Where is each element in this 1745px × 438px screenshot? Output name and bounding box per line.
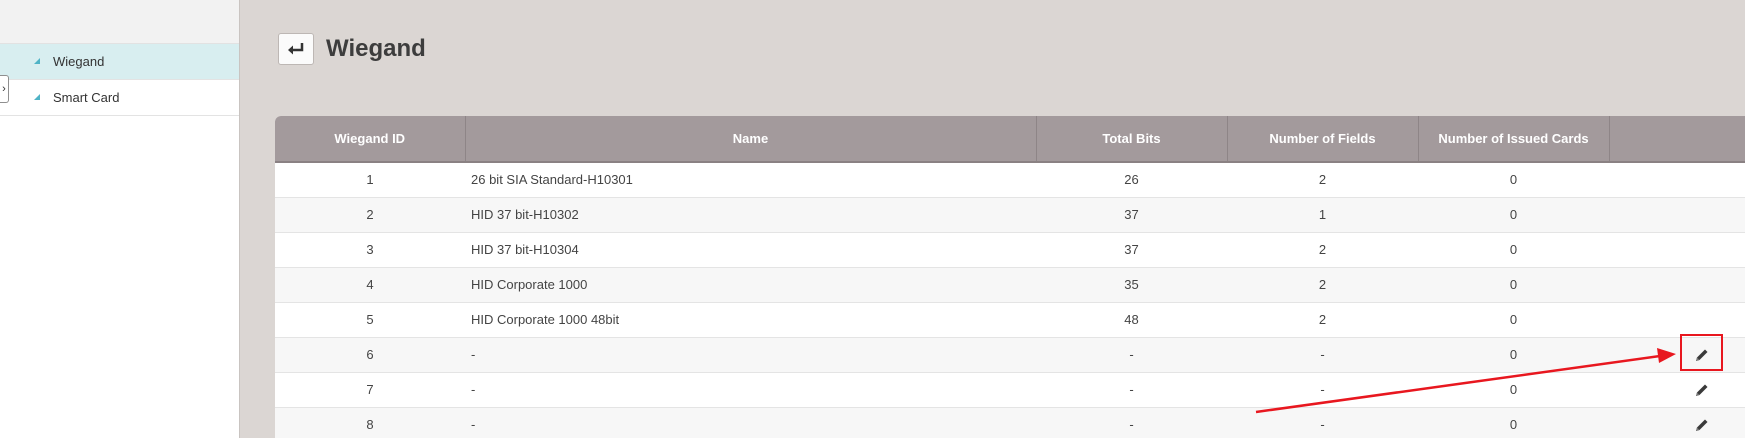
wiegand-table: Wiegand ID Name Total Bits Number of Fie… <box>275 116 1745 438</box>
cell-actions <box>1609 407 1745 438</box>
sidebar-collapse-button[interactable]: › <box>0 75 9 103</box>
cell-wiegand-id: 1 <box>275 162 465 198</box>
cell-total-bits: 48 <box>1036 302 1227 338</box>
column-header-name[interactable]: Name <box>465 116 1037 163</box>
cell-actions <box>1609 197 1745 233</box>
annotation-highlight-box <box>1680 334 1723 371</box>
cell-name: - <box>465 407 1036 438</box>
cell-wiegand-id: 5 <box>275 302 465 338</box>
chevron-right-icon: › <box>2 83 6 95</box>
cell-actions <box>1609 162 1745 198</box>
cell-name: HID Corporate 1000 <box>465 267 1036 303</box>
cell-name: HID Corporate 1000 48bit <box>465 302 1036 338</box>
cell-total-bits: - <box>1036 372 1227 408</box>
cell-name: HID 37 bit-H10302 <box>465 197 1036 233</box>
pencil-icon <box>1696 419 1708 431</box>
main-content: Wiegand Wiegand ID Name Total Bits Numbe… <box>240 0 1745 438</box>
table-row[interactable]: 5 HID Corporate 1000 48bit 48 2 0 <box>275 302 1745 338</box>
cell-total-bits: 37 <box>1036 232 1227 268</box>
cell-wiegand-id: 7 <box>275 372 465 408</box>
cell-name: HID 37 bit-H10304 <box>465 232 1036 268</box>
cell-wiegand-id: 6 <box>275 337 465 373</box>
cell-name: - <box>465 337 1036 373</box>
edit-button[interactable] <box>1694 416 1710 431</box>
cell-number-of-fields: 1 <box>1227 197 1418 233</box>
cell-number-of-issued-cards: 0 <box>1418 197 1609 233</box>
cell-wiegand-id: 2 <box>275 197 465 233</box>
expand-triangle-icon <box>34 94 40 100</box>
expand-triangle-icon <box>34 58 40 64</box>
sidebar-header <box>0 0 239 44</box>
sidebar: Wiegand Smart Card <box>0 0 240 438</box>
cell-number-of-fields: 2 <box>1227 162 1418 198</box>
cell-number-of-fields: 2 <box>1227 302 1418 338</box>
column-header-total-bits[interactable]: Total Bits <box>1036 116 1228 163</box>
column-header-number-of-issued-cards[interactable]: Number of Issued Cards <box>1418 116 1610 163</box>
cell-actions <box>1609 337 1745 373</box>
cell-name: 26 bit SIA Standard-H10301 <box>465 162 1036 198</box>
cell-actions <box>1609 267 1745 303</box>
cell-total-bits: - <box>1036 407 1227 438</box>
cell-total-bits: 35 <box>1036 267 1227 303</box>
cell-number-of-fields: - <box>1227 337 1418 373</box>
pencil-icon <box>1696 384 1708 396</box>
cell-name: - <box>465 372 1036 408</box>
cell-number-of-issued-cards: 0 <box>1418 407 1609 438</box>
cell-actions <box>1609 372 1745 408</box>
sidebar-item-smart-card[interactable]: Smart Card <box>0 80 239 116</box>
table-row[interactable]: 2 HID 37 bit-H10302 37 1 0 <box>275 197 1745 233</box>
table-row[interactable]: 6---0 <box>275 337 1745 373</box>
back-button[interactable] <box>278 33 314 65</box>
cell-wiegand-id: 4 <box>275 267 465 303</box>
cell-number-of-issued-cards: 0 <box>1418 302 1609 338</box>
cell-number-of-fields: 2 <box>1227 267 1418 303</box>
cell-number-of-issued-cards: 0 <box>1418 162 1609 198</box>
cell-number-of-fields: - <box>1227 372 1418 408</box>
cell-total-bits: - <box>1036 337 1227 373</box>
column-header-wiegand-id[interactable]: Wiegand ID <box>275 116 466 163</box>
column-header-actions <box>1609 116 1745 163</box>
cell-actions <box>1609 302 1745 338</box>
table-row[interactable]: 4 HID Corporate 1000 35 2 0 <box>275 267 1745 303</box>
cell-actions <box>1609 232 1745 268</box>
cell-number-of-issued-cards: 0 <box>1418 232 1609 268</box>
cell-number-of-issued-cards: 0 <box>1418 267 1609 303</box>
table-row[interactable]: 8---0 <box>275 407 1745 438</box>
return-arrow-icon <box>288 43 304 55</box>
table-row[interactable]: 3 HID 37 bit-H10304 37 2 0 <box>275 232 1745 268</box>
cell-number-of-issued-cards: 0 <box>1418 372 1609 408</box>
table-row[interactable]: 1 26 bit SIA Standard-H10301 26 2 0 <box>275 162 1745 198</box>
sidebar-item-label: Wiegand <box>53 54 105 69</box>
page-title: Wiegand <box>326 35 426 62</box>
table-row[interactable]: 7---0 <box>275 372 1745 408</box>
cell-wiegand-id: 3 <box>275 232 465 268</box>
edit-button[interactable] <box>1694 381 1710 396</box>
table-header-row: Wiegand ID Name Total Bits Number of Fie… <box>275 116 1745 163</box>
cell-number-of-fields: 2 <box>1227 232 1418 268</box>
cell-wiegand-id: 8 <box>275 407 465 438</box>
cell-number-of-issued-cards: 0 <box>1418 337 1609 373</box>
cell-number-of-fields: - <box>1227 407 1418 438</box>
sidebar-item-wiegand[interactable]: Wiegand <box>0 44 239 80</box>
cell-total-bits: 37 <box>1036 197 1227 233</box>
sidebar-item-label: Smart Card <box>53 90 120 105</box>
column-header-number-of-fields[interactable]: Number of Fields <box>1227 116 1419 163</box>
cell-total-bits: 26 <box>1036 162 1227 198</box>
